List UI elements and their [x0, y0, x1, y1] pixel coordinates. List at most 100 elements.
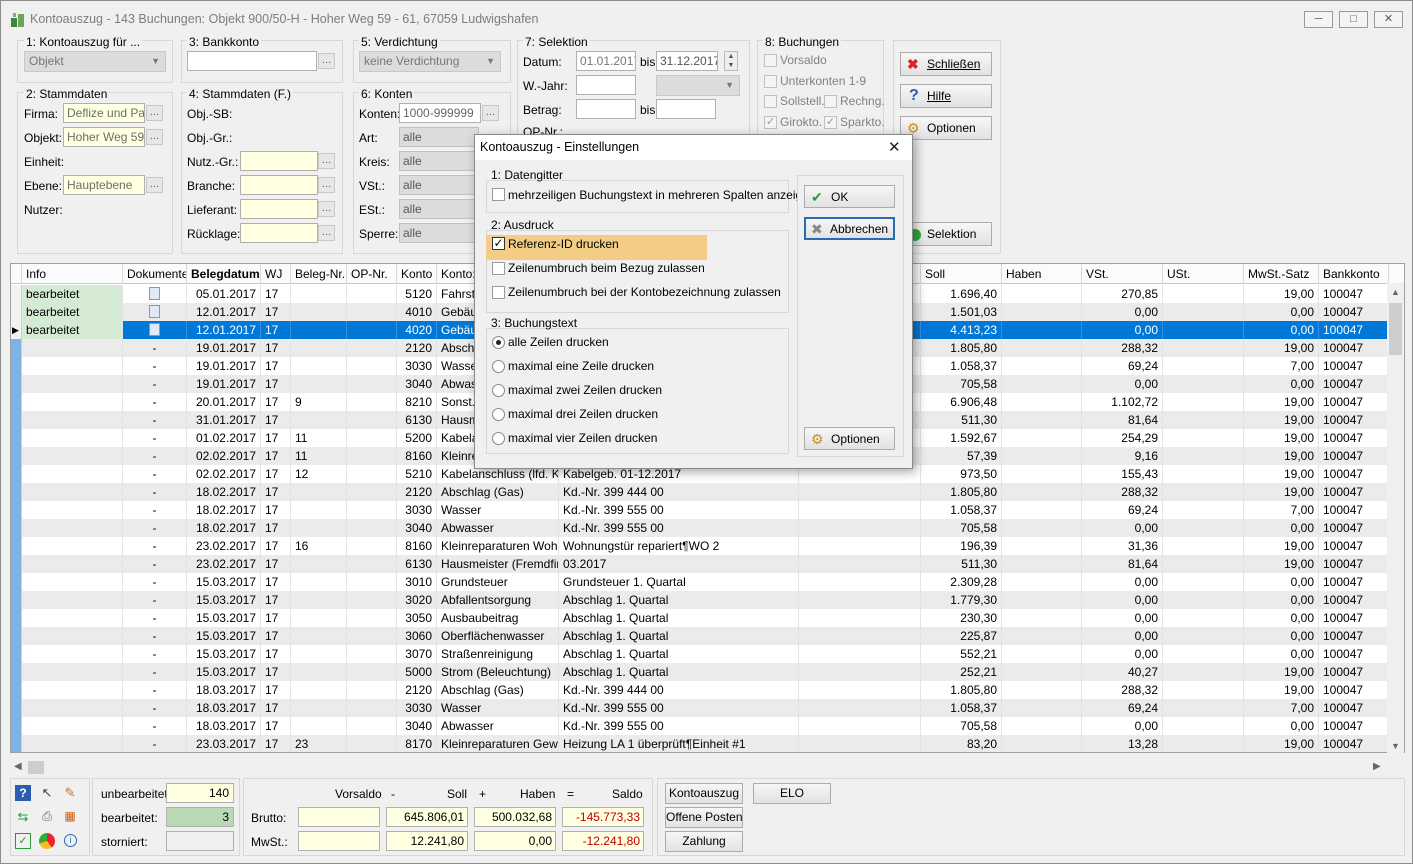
row-indicator[interactable] [11, 411, 22, 429]
row-indicator[interactable] [11, 717, 22, 735]
schliessen-button[interactable]: ✖ Schließen [900, 52, 992, 76]
ok-button[interactable]: ✔ OK [804, 185, 895, 208]
column-header[interactable]: OP-Nr. [347, 264, 397, 284]
column-header[interactable]: Bankkonto [1319, 264, 1389, 284]
bankkonto-field[interactable] [187, 51, 317, 71]
row-indicator[interactable] [11, 519, 22, 537]
column-header[interactable]: Beleg-Nr. [291, 264, 347, 284]
alle-zeilen-radio[interactable] [492, 336, 505, 349]
table-row[interactable]: -15.03.2017 17 3060 Oberflächenwasser Abschl… [11, 627, 1389, 645]
row-indicator[interactable] [11, 357, 22, 375]
row-indicator[interactable] [11, 339, 22, 357]
row-indicator[interactable] [11, 663, 22, 681]
vst-select[interactable]: alle [399, 175, 479, 195]
row-indicator[interactable] [11, 681, 22, 699]
info-icon[interactable]: i [64, 834, 77, 847]
ruecklage-lookup-button[interactable]: … [318, 225, 335, 241]
konten-range-field[interactable]: 1000-999999 [399, 103, 481, 123]
scroll-up-icon[interactable]: ▲ [1391, 287, 1400, 297]
zahlung-button[interactable]: Zahlung [665, 831, 743, 852]
betrag-from-field[interactable] [576, 99, 636, 119]
document-icon[interactable] [149, 305, 160, 318]
row-indicator[interactable] [11, 375, 22, 393]
offene-posten-button[interactable]: Offene Posten [665, 807, 743, 828]
scroll-thumb[interactable] [1389, 303, 1402, 355]
column-header[interactable]: VSt. [1082, 264, 1163, 284]
verdichtung-select[interactable]: keine Verdichtung ▼ [359, 51, 501, 72]
objekt-field[interactable]: Hoher Weg 59 - [63, 127, 145, 147]
ebene-lookup-button[interactable]: … [146, 177, 163, 193]
printer-icon[interactable]: ⎙ [39, 809, 55, 825]
table-row[interactable]: -23.02.20171716 8160Kleinreparaturen Wohn… [11, 537, 1389, 555]
branche-lookup-button[interactable]: … [318, 177, 335, 193]
help-icon[interactable]: ? [15, 785, 31, 801]
column-header[interactable]: USt. [1163, 264, 1244, 284]
kontoauszug-button[interactable]: Kontoauszug [665, 783, 743, 804]
table-row[interactable]: -15.03.2017 17 5000 Strom (Beleuchtung) Absc… [11, 663, 1389, 681]
optionen-button[interactable]: ⚙ Optionen [900, 116, 992, 140]
selektion-button[interactable]: Selektion [900, 222, 992, 246]
maximize-button[interactable]: □ [1339, 11, 1368, 28]
scroll-left-icon[interactable]: ◀ [14, 761, 22, 772]
table-row[interactable]: -15.03.2017 17 3010 Grundsteuer Grundsteuer … [11, 573, 1389, 591]
zwei-zeilen-radio[interactable] [492, 384, 505, 397]
kontoauszug-fuer-select[interactable]: Objekt ▼ [24, 51, 166, 72]
row-indicator[interactable] [11, 609, 22, 627]
refresh-icon[interactable]: ⇆ [15, 809, 31, 825]
row-indicator[interactable] [11, 447, 22, 465]
art-select[interactable]: alle [399, 127, 479, 147]
rechng-checkbox[interactable] [824, 95, 837, 108]
column-header[interactable]: MwSt.-Satz [1244, 264, 1319, 284]
datum-spinner[interactable]: ▲ ▼ [724, 51, 738, 71]
kreis-select[interactable]: alle [399, 151, 479, 171]
datum-from-field[interactable]: 01.01.2017 [576, 51, 636, 71]
column-header[interactable]: WJ [261, 264, 291, 284]
document-icon[interactable] [149, 323, 160, 336]
nutzgr-field[interactable] [240, 151, 318, 171]
sperre-select[interactable]: alle [399, 223, 479, 243]
minimize-button[interactable]: ─ [1304, 11, 1333, 28]
table-row[interactable]: -23.03.20171723 8170Kleinreparaturen Gewe… [11, 735, 1389, 752]
hscroll-thumb[interactable] [28, 761, 44, 774]
check-icon[interactable]: ✓ [15, 833, 31, 849]
eine-zeile-radio[interactable] [492, 360, 505, 373]
row-indicator[interactable]: ▶ [11, 321, 22, 339]
row-indicator[interactable] [11, 699, 22, 717]
close-window-button[interactable]: ✕ [1374, 11, 1403, 28]
table-row[interactable]: -15.03.2017 17 3070 Straßenreinigung Abschla… [11, 645, 1389, 663]
konten-lookup-button[interactable]: … [482, 105, 499, 121]
sparkto-checkbox[interactable]: ✓ [824, 116, 837, 129]
umbruch-bezug-checkbox[interactable] [492, 262, 505, 275]
wjahr-select[interactable]: ▼ [656, 75, 740, 96]
ruecklage-field[interactable] [240, 223, 318, 243]
row-indicator[interactable] [11, 735, 22, 752]
grid-layout-icon[interactable]: ▦ [62, 809, 78, 825]
table-row[interactable]: -18.03.2017 17 3030 Wasser Kd.-Nr. 399 555 0… [11, 699, 1389, 717]
row-indicator[interactable] [11, 627, 22, 645]
column-header[interactable]: Haben [1002, 264, 1082, 284]
hilfe-button[interactable]: ? Hilfe [900, 84, 992, 108]
umbruch-konto-checkbox[interactable] [492, 286, 505, 299]
row-indicator[interactable] [11, 393, 22, 411]
document-icon[interactable] [149, 287, 160, 300]
column-header[interactable]: Belegdatum [187, 264, 261, 284]
row-indicator[interactable] [11, 555, 22, 573]
row-indicator[interactable] [11, 645, 22, 663]
scroll-down-icon[interactable]: ▼ [1391, 741, 1400, 751]
table-row[interactable]: -18.02.2017 17 3040 Abwasser Kd.-Nr. 399 555… [11, 519, 1389, 537]
unterkonten-checkbox[interactable] [764, 75, 777, 88]
row-indicator[interactable] [11, 501, 22, 519]
lieferant-lookup-button[interactable]: … [318, 201, 335, 217]
pointer-icon[interactable]: ↖ [39, 785, 55, 801]
dialog-close-button[interactable]: ✕ [888, 138, 901, 156]
nutzgr-lookup-button[interactable]: … [318, 153, 335, 169]
scroll-right-icon[interactable]: ▶ [1373, 761, 1381, 772]
row-indicator[interactable] [11, 537, 22, 555]
table-row[interactable]: -18.03.2017 17 3040 Abwasser Kd.-Nr. 399 555… [11, 717, 1389, 735]
elo-button[interactable]: ELO [753, 783, 831, 804]
row-indicator[interactable] [11, 303, 22, 321]
firma-field[interactable]: Deflize und Part [63, 103, 145, 123]
row-indicator[interactable] [11, 465, 22, 483]
row-indicator[interactable] [11, 573, 22, 591]
row-indicator[interactable] [11, 483, 22, 501]
